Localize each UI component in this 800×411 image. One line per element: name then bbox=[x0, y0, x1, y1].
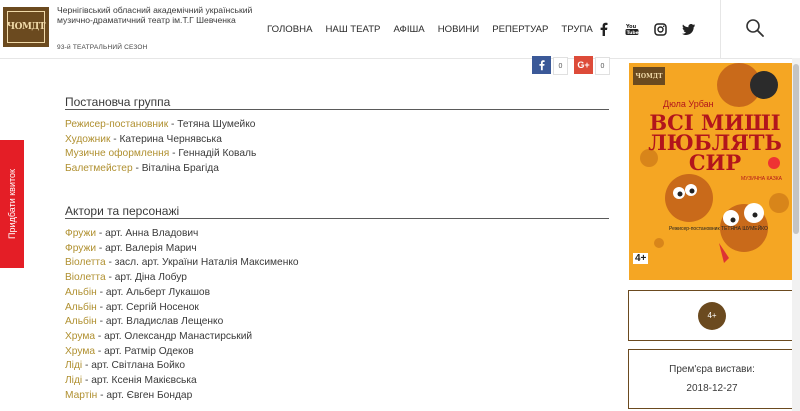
person-name: арт. Діна Лобур bbox=[114, 272, 187, 284]
person-name: арт. Ксенія Макієвська bbox=[91, 375, 197, 387]
gplus-share-count: 0 bbox=[595, 57, 610, 75]
role-link[interactable]: Альбін bbox=[65, 316, 97, 327]
poster-genre: МУЗИЧНА КАЗКА bbox=[741, 176, 782, 182]
list-item: Хрума - арт. Ратмір Одеков bbox=[65, 345, 194, 357]
production-group-title: Постановча группа bbox=[65, 95, 171, 109]
nav-our-theatre[interactable]: НАШ ТЕАТР bbox=[326, 24, 381, 35]
twitter-icon[interactable] bbox=[681, 21, 695, 37]
age-rating-box: 4+ bbox=[628, 290, 796, 341]
person-name: арт. Ратмір Одеков bbox=[104, 345, 194, 357]
premiere-label: Прем'єра вистави: bbox=[669, 364, 755, 375]
production-group-divider bbox=[65, 109, 609, 110]
role-link[interactable]: Фружи bbox=[65, 228, 96, 239]
role-link[interactable]: Ліді bbox=[65, 375, 82, 386]
nav-repertoire[interactable]: РЕПЕРТУАР bbox=[492, 24, 548, 35]
list-item: Режисер-постановник - Тетяна Шумейко bbox=[65, 119, 256, 130]
poster-author: Дюла Урбан bbox=[663, 99, 714, 109]
age-rating-badge: 4+ bbox=[698, 301, 726, 330]
facebook-share-icon[interactable] bbox=[532, 56, 551, 74]
list-item: Музичне оформлення - Геннадій Коваль bbox=[65, 148, 257, 160]
role-link[interactable]: Ліді bbox=[65, 360, 82, 371]
role-link[interactable]: Балетмейстер bbox=[65, 163, 133, 174]
role-link[interactable]: Альбін bbox=[65, 302, 97, 313]
premiere-date: 2018-12-27 bbox=[686, 383, 738, 394]
person-name: арт. Світлана Бойко bbox=[91, 360, 186, 372]
header-divider bbox=[720, 0, 721, 58]
youtube-icon[interactable]: You Tube bbox=[625, 21, 639, 37]
list-item: Фружи - арт. Валерія Марич bbox=[65, 242, 197, 254]
list-item: Альбін - арт. Альберт Лукашов bbox=[65, 286, 211, 298]
social-links: You Tube bbox=[597, 21, 709, 37]
facebook-share-count: 0 bbox=[553, 57, 568, 75]
nav-troupe[interactable]: ТРУПА bbox=[561, 24, 592, 35]
person-name: арт. Євген Бондар bbox=[106, 389, 193, 401]
list-item: Альбін - арт. Сергій Носенок bbox=[65, 301, 199, 313]
site-header: ЧОМДТ Чернігівський обласний академічний… bbox=[0, 0, 800, 59]
person-name: Геннадій Коваль bbox=[178, 148, 257, 160]
list-item: Хрума - арт. Олександр Манастирський bbox=[65, 330, 253, 342]
person-name: засл. арт. України Наталія Максименко bbox=[114, 257, 299, 269]
role-link[interactable]: Віолетта bbox=[65, 272, 106, 283]
nav-home[interactable]: ГОЛОВНА bbox=[267, 24, 313, 35]
cast-title: Актори та персонажі bbox=[65, 204, 180, 218]
role-link[interactable]: Фружи bbox=[65, 243, 96, 254]
scrollbar-thumb[interactable] bbox=[793, 64, 799, 234]
show-poster[interactable]: ЧОМДТ Дюла Урбан ВСІ МИШІ ЛЮБЛЯТЬ СИР МУ… bbox=[629, 63, 798, 280]
theatre-name[interactable]: Чернігівський обласний академічний украї… bbox=[57, 5, 257, 25]
poster-title-line2: ЛЮБЛЯТЬ СИР bbox=[648, 130, 782, 175]
role-link[interactable]: Музичне оформлення bbox=[65, 148, 169, 159]
search-icon[interactable] bbox=[745, 18, 765, 38]
logo-text: ЧОМДТ bbox=[7, 11, 46, 43]
list-item: Віолетта - арт. Діна Лобур bbox=[65, 272, 187, 284]
role-link[interactable]: Альбін bbox=[65, 287, 97, 298]
person-name: Віталіна Брагіда bbox=[141, 163, 219, 175]
list-item: Віолетта - засл. арт. України Наталія Ма… bbox=[65, 257, 299, 269]
role-link[interactable]: Хрума bbox=[65, 331, 95, 342]
person-name: Катерина Чернявська bbox=[119, 133, 222, 145]
nav-playbill[interactable]: АФІША bbox=[393, 24, 424, 35]
facebook-icon[interactable] bbox=[597, 21, 611, 37]
poster-logo: ЧОМДТ bbox=[633, 67, 665, 85]
production-group-list: Режисер-постановник - Тетяна Шумейко Худ… bbox=[65, 118, 256, 177]
list-item: Альбін - арт. Владислав Лещенко bbox=[65, 316, 224, 328]
list-item: Фружи - арт. Анна Владович bbox=[65, 228, 199, 239]
role-link[interactable]: Режисер-постановник bbox=[65, 119, 168, 130]
person-name: арт. Олександр Манастирський bbox=[104, 330, 253, 342]
gplus-share-icon[interactable]: G+ bbox=[574, 56, 593, 74]
instagram-icon[interactable] bbox=[653, 21, 667, 37]
poster-title: ВСІ МИШІ ЛЮБЛЯТЬ СИР bbox=[633, 112, 797, 175]
cast-list: Фружи - арт. Анна Владович Фружи - арт. … bbox=[65, 227, 299, 403]
poster-director: Режисер-постановник ТЕТЯНА ШУМЕЙКО bbox=[669, 226, 768, 232]
person-name: арт. Анна Владович bbox=[105, 228, 199, 239]
gplus-share[interactable]: G+ 0 bbox=[574, 56, 610, 75]
person-name: арт. Альберт Лукашов bbox=[105, 286, 211, 298]
person-name: арт. Владислав Лещенко bbox=[105, 316, 224, 328]
main-nav: ГОЛОВНА НАШ ТЕАТР АФІША НОВИНИ РЕПЕРТУАР… bbox=[267, 24, 606, 35]
list-item: Балетмейстер - Віталіна Брагіда bbox=[65, 163, 219, 175]
cast-divider bbox=[65, 218, 609, 219]
list-item: Мартін - арт. Євген Бондар bbox=[65, 389, 193, 401]
person-name: арт. Валерія Марич bbox=[105, 242, 197, 254]
list-item: Художник - Катерина Чернявська bbox=[65, 133, 222, 145]
role-link[interactable]: Віолетта bbox=[65, 257, 106, 268]
season-label: 93-й ТЕАТРАЛЬНИЙ СЕЗОН bbox=[57, 44, 148, 51]
theatre-logo[interactable]: ЧОМДТ bbox=[3, 7, 49, 47]
list-item: Ліді - арт. Ксенія Макієвська bbox=[65, 375, 197, 387]
role-link[interactable]: Хрума bbox=[65, 346, 95, 357]
nav-news[interactable]: НОВИНИ bbox=[438, 24, 480, 35]
buy-ticket-label: Придбати квиток bbox=[7, 169, 17, 239]
role-link[interactable]: Художник bbox=[65, 134, 110, 145]
person-name: арт. Сергій Носенок bbox=[105, 301, 199, 313]
role-link[interactable]: Мартін bbox=[65, 390, 97, 401]
person-name: Тетяна Шумейко bbox=[177, 119, 256, 130]
buy-ticket-tab[interactable]: Придбати квиток bbox=[0, 140, 24, 268]
facebook-share[interactable]: 0 bbox=[532, 56, 568, 75]
poster-age: 4+ bbox=[633, 253, 649, 264]
premiere-box: Прем'єра вистави: 2018-12-27 bbox=[628, 349, 796, 409]
list-item: Ліді - арт. Світлана Бойко bbox=[65, 360, 186, 372]
svg-text:Tube: Tube bbox=[627, 30, 639, 36]
